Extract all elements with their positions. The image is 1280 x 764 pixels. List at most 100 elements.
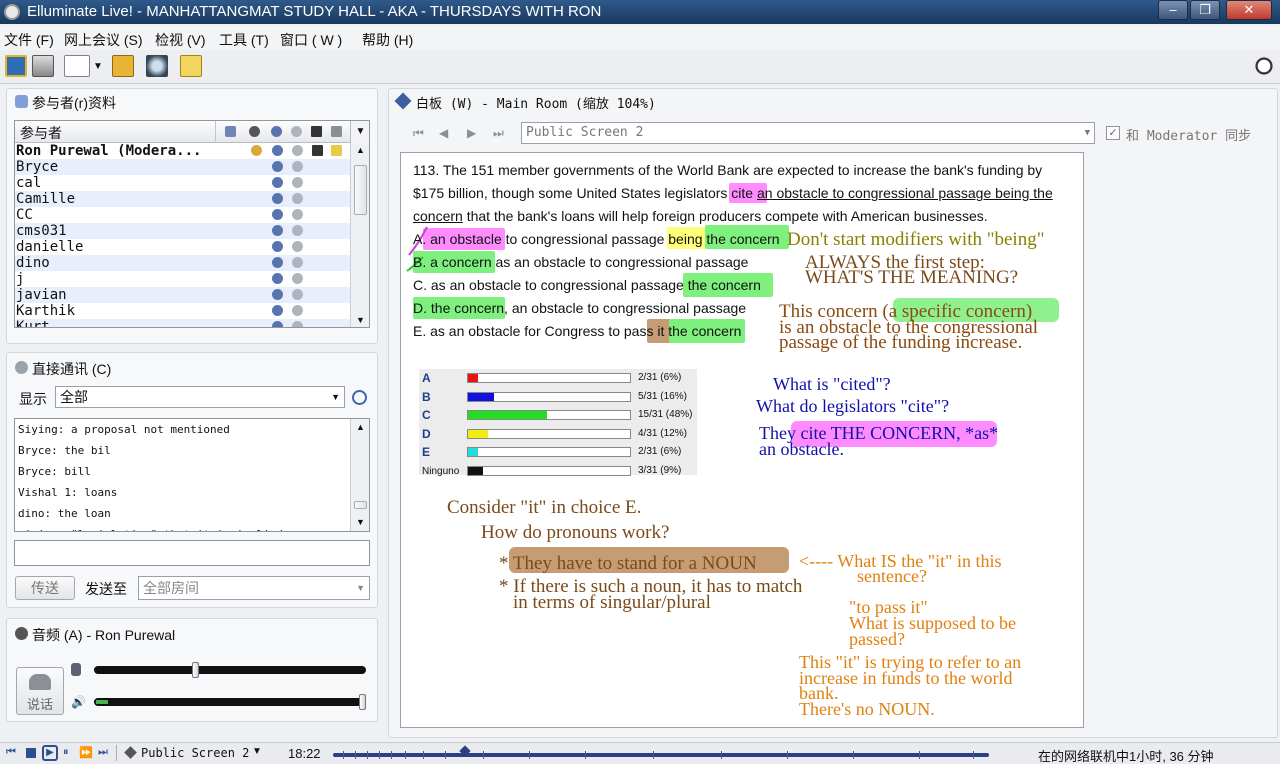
recording-timeline[interactable] [333, 745, 989, 761]
restore-button[interactable]: ❐ [1190, 0, 1220, 20]
screen-select[interactable]: Public Screen 2 ▼ [521, 122, 1095, 144]
chat-scrollbar[interactable]: ▲ ▼ [350, 419, 369, 531]
participant-name: cal [16, 175, 42, 191]
participants-options-icon[interactable]: ▼ [350, 121, 369, 143]
participant-row[interactable]: danielle [15, 239, 350, 255]
participants-icon [15, 95, 28, 108]
close-button[interactable]: ✕ [1226, 0, 1272, 20]
fast-forward-icon[interactable]: ⏩ [79, 746, 93, 759]
participant-name: Ron Purewal (Modera... [16, 143, 202, 159]
poll-label: A [422, 371, 431, 385]
participant-row[interactable]: j [15, 271, 350, 287]
moderator-icon [251, 145, 262, 156]
mic-column-icon[interactable] [249, 126, 260, 137]
timeline-tick [585, 751, 586, 759]
menu-bar: 文件 (F) 网上会议 (S) 检视 (V) 工具 (T) 窗口 ( W ) 帮… [0, 26, 1280, 50]
print-icon[interactable] [32, 55, 54, 77]
chevron-down-icon: ▼ [331, 392, 340, 402]
person-column-icon[interactable] [271, 126, 282, 137]
participant-row[interactable]: javian [15, 287, 350, 303]
menu-window[interactable]: 窗口 ( W ) [280, 30, 342, 50]
speaker-volume-slider[interactable] [94, 698, 366, 706]
scroll-up-icon[interactable]: ▲ [356, 145, 365, 155]
status-bar: ⏮ ▶ ⏸ ⏩ ⏭ Public Screen 2 ▼ 18:22 在的网络联机… [0, 742, 1280, 764]
participant-row[interactable]: dino [15, 255, 350, 271]
participant-row[interactable]: cal [15, 175, 350, 191]
poll-bar [468, 466, 483, 475]
note-concern-3: passage of the funding increase. [779, 332, 1023, 353]
talk-button[interactable]: 说话 [16, 667, 64, 715]
participants-list: 参与者 ▼ Ron Purewal (Modera... Bryce cal Cami… [14, 120, 370, 328]
participants-scroll-thumb[interactable] [354, 165, 367, 215]
participant-row[interactable]: Camille [15, 191, 350, 207]
menu-view[interactable]: 检视 (V) [155, 30, 206, 50]
previous-screen-icon[interactable]: ◀ [439, 126, 448, 140]
participant-row[interactable]: Ron Purewal (Modera... [15, 143, 350, 159]
chat-filter-select[interactable]: 全部 ▼ [55, 386, 345, 408]
participant-row[interactable]: CC [15, 207, 350, 223]
chat-message: Bryce: the bil [18, 444, 111, 457]
video-column-icon[interactable] [311, 126, 322, 137]
play-icon[interactable]: ▶ [42, 745, 58, 761]
notes-icon[interactable] [180, 55, 202, 77]
screen-dropdown-icon[interactable]: ▼ [252, 746, 262, 757]
app-share-icon[interactable] [146, 55, 168, 77]
poll-bar-track [467, 447, 631, 457]
participants-scrollbar[interactable]: ▲ ▼ [350, 143, 369, 327]
participant-row[interactable]: Bryce [15, 159, 350, 175]
timeline-tick [391, 751, 392, 759]
mic-volume-slider[interactable] [94, 666, 366, 674]
layout-dropdown-icon[interactable]: ▼ [93, 61, 103, 72]
save-icon[interactable] [5, 55, 27, 77]
mic-volume-thumb[interactable] [192, 662, 200, 678]
chat-column-icon[interactable] [291, 126, 302, 137]
send-to-select[interactable]: 全部房间 ▼ [138, 576, 370, 600]
timeline-tick [721, 751, 722, 759]
timeline-tick [423, 751, 424, 759]
menu-tools[interactable]: 工具 (T) [219, 30, 269, 50]
person-icon [272, 305, 283, 316]
timeline-bar [333, 753, 989, 757]
send-button[interactable]: 传送 [15, 576, 75, 600]
last-page-icon[interactable]: ⏭ [98, 746, 108, 759]
speaker-volume-thumb[interactable] [359, 694, 366, 710]
pen-icon [124, 746, 137, 759]
pause-icon[interactable]: ⏸ [63, 746, 69, 759]
first-page-icon[interactable]: ⏮ [6, 746, 16, 759]
participant-row[interactable]: cms031 [15, 223, 350, 239]
participants-column-header[interactable]: 参与者 [20, 123, 62, 143]
whiteboard-column-icon[interactable] [331, 126, 342, 137]
toolbar: ▼ [0, 50, 1280, 84]
last-screen-icon[interactable]: ⏭ [493, 126, 504, 141]
note-stand-star: * [499, 553, 513, 574]
sync-checkbox[interactable]: ✓ [1106, 126, 1120, 140]
share-folder-icon[interactable] [112, 55, 134, 77]
raise-hand-icon[interactable] [225, 126, 236, 137]
participant-row[interactable]: Kurt [15, 319, 350, 327]
clock-icon[interactable] [352, 390, 367, 405]
minimize-button[interactable]: ‒ [1158, 0, 1188, 20]
whiteboard-canvas[interactable]: 113. The 151 member governments of the W… [400, 152, 1084, 728]
chat-scroll-thumb[interactable] [354, 501, 367, 509]
activity-indicator-icon [1254, 55, 1274, 77]
scroll-down-icon[interactable]: ▼ [356, 315, 365, 325]
next-screen-icon[interactable]: ▶ [467, 126, 476, 140]
participant-name: Karthik [16, 303, 76, 319]
chat-bubble-icon [292, 209, 303, 220]
first-screen-icon[interactable]: ⏮ [413, 126, 424, 141]
poll-label: C [422, 408, 431, 422]
chat-bubble-icon [292, 289, 303, 300]
status-screen-label[interactable]: Public Screen 2 [141, 746, 249, 760]
chat-input[interactable] [14, 540, 370, 566]
scroll-down-icon[interactable]: ▼ [356, 517, 365, 527]
chat-bubble-icon [292, 241, 303, 252]
menu-file[interactable]: 文件 (F) [4, 30, 54, 50]
stop-icon[interactable] [26, 748, 36, 758]
chat-bubble-icon [292, 193, 303, 204]
participant-row[interactable]: Karthik [15, 303, 350, 319]
menu-session[interactable]: 网上会议 (S) [64, 30, 143, 50]
participant-name: j [16, 271, 25, 287]
scroll-up-icon[interactable]: ▲ [356, 422, 365, 432]
menu-help[interactable]: 帮助 (H) [362, 30, 413, 50]
layout-icon[interactable] [64, 55, 90, 77]
